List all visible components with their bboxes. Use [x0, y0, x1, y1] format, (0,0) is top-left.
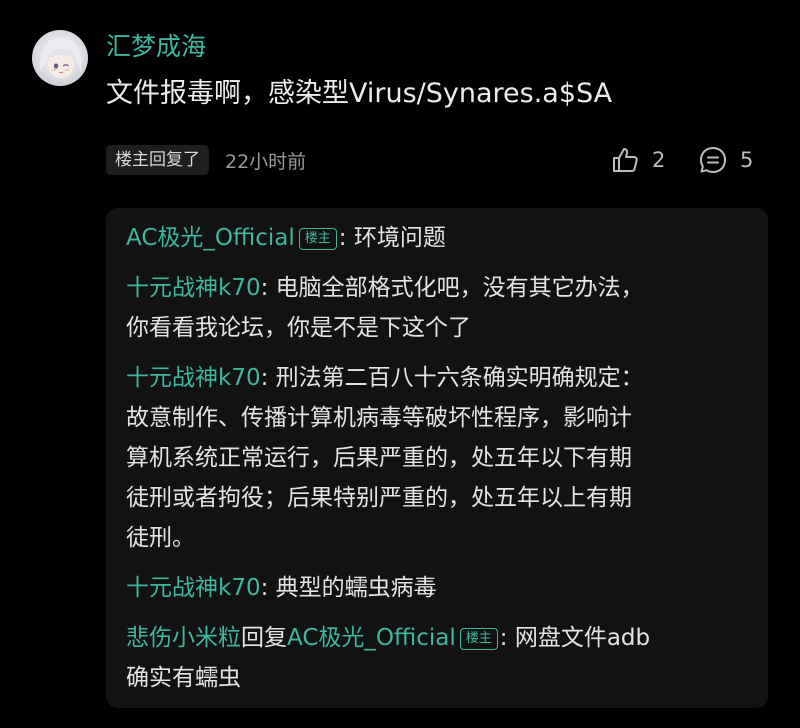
reply-text-line: 算机系统正常运行，后果严重的，处五年以下有期 [126, 445, 632, 471]
reply-target[interactable]: AC极光_Official [287, 625, 456, 651]
reply-count: 5 [740, 148, 754, 172]
reply-separator: : [260, 575, 276, 601]
comment-time: 22小时前 [225, 150, 307, 173]
reply-separator: : [338, 225, 354, 251]
reply-text-line: 你看看我论坛，你是不是下这个了 [126, 315, 471, 341]
reply-text-line: 刑法第二百八十六条确实明确规定： [275, 365, 644, 391]
reply-author[interactable]: 悲伤小米粒 [126, 625, 241, 651]
thumbs-up-icon [613, 148, 638, 172]
reply-text-line: 电脑全部格式化吧，没有其它办法， [275, 275, 644, 301]
reply-separator: : [260, 365, 276, 391]
reply-text: 环境问题 [353, 225, 446, 251]
reply-text-line: 确实有蠕虫 [126, 665, 241, 691]
reply-author[interactable]: AC极光_Official [126, 225, 295, 251]
reply-separator: : [499, 625, 515, 651]
reply-author[interactable]: 十元战神k70 [126, 275, 261, 301]
comment-meta: 楼主回复了 22小时前 [106, 144, 306, 176]
comment-text: 文件报毒啊，感染型Virus/Synares.a$SA [106, 78, 613, 109]
reply-text-line: 徒刑。 [126, 525, 195, 551]
op-tag: 楼主 [298, 228, 337, 250]
comment-bubble-icon [700, 147, 726, 173]
reply-text-line: 网盘文件adb [514, 625, 651, 651]
reply-list: AC极光_Official 楼主: 环境问题 十元战神k70: 电脑全部格式化吧，… [106, 208, 768, 708]
reply-word: 回复 [241, 625, 287, 651]
reply-separator: : [260, 275, 276, 301]
reply-author[interactable]: 十元战神k70 [126, 575, 261, 601]
user-avatar[interactable] [32, 30, 88, 86]
reply-button[interactable]: 5 [698, 144, 753, 176]
reply-text: 典型的蠕虫病毒 [275, 575, 437, 601]
like-button[interactable]: 2 [610, 144, 665, 176]
like-count: 2 [652, 148, 666, 172]
op-replied-badge: 楼主回复了 [106, 145, 209, 175]
reply-item[interactable]: 十元战神k70: 电脑全部格式化吧，没有其它办法， 你看看我论坛，你是不是下这个… [126, 268, 748, 348]
reply-item[interactable]: 悲伤小米粒回复AC极光_Official 楼主: 网盘文件adb 确实有蠕虫 [126, 618, 748, 698]
reply-item[interactable]: AC极光_Official 楼主: 环境问题 [126, 218, 748, 258]
reply-item[interactable]: 十元战神k70: 刑法第二百八十六条确实明确规定： 故意制作、传播计算机病毒等破… [126, 358, 748, 558]
reply-author[interactable]: 十元战神k70 [126, 365, 261, 391]
op-tag: 楼主 [459, 628, 498, 650]
reply-item[interactable]: 十元战神k70: 典型的蠕虫病毒 [126, 568, 748, 608]
reply-text-line: 故意制作、传播计算机病毒等破坏性程序，影响计 [126, 405, 632, 431]
anime-avatar-icon [39, 31, 82, 78]
comment-username[interactable]: 汇梦成海 [106, 30, 206, 64]
reply-text-line: 徒刑或者拘役；后果特别严重的，处五年以上有期 [126, 485, 632, 511]
